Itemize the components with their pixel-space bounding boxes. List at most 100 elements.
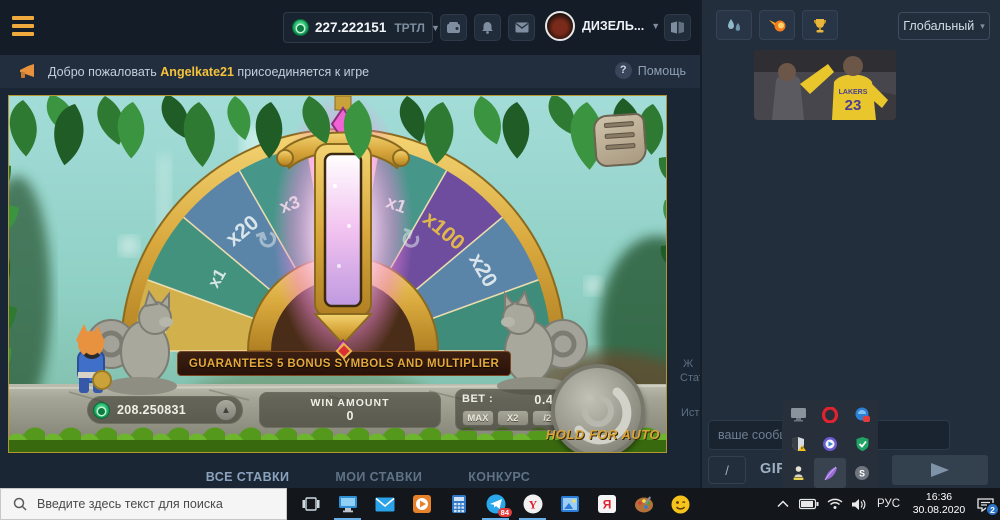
jersey-team: LAKERS <box>839 89 868 96</box>
feather-icon[interactable] <box>814 458 846 488</box>
wallet-button[interactable] <box>440 14 467 41</box>
channel-label: Глобальный <box>903 19 974 33</box>
bonus-banner: GUARANTEES 5 BONUS SYMBOLS AND MULTIPLIE… <box>177 351 511 376</box>
win-amount-panel: WIN AMOUNT 0 <box>259 392 441 428</box>
desktop: 227.222151 ТРТЛ ▼ ДИЗЕЛЬ... ▼ <box>0 0 1000 520</box>
announcement-username[interactable]: Angelkate21 <box>160 65 234 79</box>
emoji-app-button[interactable] <box>662 488 699 520</box>
game-menu-button[interactable] <box>592 112 648 168</box>
bet-x2-button[interactable]: X2 <box>497 410 529 426</box>
yandex-icon: Я <box>598 495 616 513</box>
task-view-icon <box>302 496 320 512</box>
language-indicator[interactable]: РУС <box>877 498 900 510</box>
search-input[interactable] <box>37 497 267 511</box>
fragment-label: Ж <box>683 358 693 370</box>
wifi-icon[interactable] <box>827 498 843 510</box>
fireball-button[interactable] <box>759 10 795 40</box>
browser-badge-icon[interactable] <box>846 400 878 429</box>
megaphone-icon <box>18 63 38 81</box>
skype-icon[interactable]: S <box>846 458 878 488</box>
chat-toggle-icon <box>670 21 685 34</box>
action-center-button[interactable]: 2 <box>970 488 1000 520</box>
palette-icon <box>634 495 654 513</box>
opera-icon[interactable] <box>814 400 846 429</box>
mail-app-button[interactable] <box>366 488 403 520</box>
tray-expand-icon[interactable] <box>777 500 789 508</box>
basketball-gif: LAKERS 23 <box>754 50 896 120</box>
balance-dropdown[interactable]: 227.222151 ТРТЛ ▼ <box>283 12 433 43</box>
fragment-label: Стат <box>680 372 700 384</box>
svg-text:Y: Y <box>528 498 537 512</box>
pc-app-button[interactable] <box>329 488 366 520</box>
taskbar-clock[interactable]: 16:36 30.08.2020 <box>908 491 970 517</box>
header-buttons <box>440 14 535 41</box>
messages-button[interactable] <box>508 14 535 41</box>
slash-command-button[interactable]: / <box>708 456 746 484</box>
person-desk-icon[interactable] <box>782 458 814 488</box>
chevron-down-icon: ▾ <box>980 21 985 32</box>
tab-all-bets[interactable]: ВСЕ СТАВКИ <box>206 470 290 484</box>
system-tray: РУС 16:36 30.08.2020 2 <box>777 488 1000 520</box>
send-icon <box>931 463 949 477</box>
currency-label: ТРТЛ <box>394 21 425 35</box>
speaker-icon[interactable] <box>851 498 867 511</box>
help-button[interactable]: ? Помощь <box>615 62 686 79</box>
send-message-button[interactable] <box>892 455 988 485</box>
telegram-badge: 84 <box>498 508 512 517</box>
fireball-icon <box>768 18 786 33</box>
hamburger-menu-icon[interactable] <box>12 16 34 38</box>
yandex-browser-app-button[interactable]: Y <box>514 488 551 520</box>
mail-icon <box>375 497 395 512</box>
yandex-browser-icon: Y <box>523 494 543 514</box>
taskbar-apps: 84 Y Я <box>292 488 699 520</box>
mail-icon <box>515 22 529 33</box>
antivirus-check-icon[interactable] <box>846 429 878 458</box>
chat-gif-message: LAKERS 23 <box>754 50 896 120</box>
rain-button[interactable] <box>716 10 752 40</box>
bell-icon <box>481 21 494 34</box>
game-balance-value: 208.250831 <box>117 403 186 417</box>
svg-text:Я: Я <box>602 498 611 512</box>
telegram-app-button[interactable]: 84 <box>477 488 514 520</box>
taskbar-search[interactable] <box>0 488 287 520</box>
trophy-button[interactable] <box>802 10 838 40</box>
username: ДИЗЕЛЬ... <box>582 19 644 33</box>
rain-drops-icon <box>726 18 742 32</box>
task-view-button[interactable] <box>292 488 329 520</box>
chevron-down-icon: ▼ <box>651 21 660 31</box>
balance-value: 227.222151 <box>315 20 386 35</box>
emoji-icon <box>671 495 690 514</box>
yandex-app-button[interactable]: Я <box>588 488 625 520</box>
calculator-app-button[interactable] <box>440 488 477 520</box>
bets-tabs: ВСЕ СТАВКИ МОИ СТАВКИ КОНКУРС <box>0 470 700 484</box>
clock-time: 16:36 <box>908 491 970 504</box>
clock-date: 30.08.2020 <box>908 504 970 517</box>
photos-app-button[interactable] <box>551 488 588 520</box>
player-icon[interactable] <box>814 429 846 458</box>
windows-taskbar: 84 Y Я РУС 16:36 <box>0 488 1000 520</box>
notifications-button[interactable] <box>474 14 501 41</box>
paint-app-button[interactable] <box>625 488 662 520</box>
battery-icon[interactable] <box>799 498 819 510</box>
trophy-icon <box>812 18 828 33</box>
bet-max-button[interactable]: MAX <box>462 410 494 426</box>
calculator-icon <box>452 495 466 513</box>
jersey-number: 23 <box>845 97 862 114</box>
site-header: 227.222151 ТРТЛ ▼ ДИЗЕЛЬ... ▼ <box>0 0 700 55</box>
chat-toggle-button[interactable] <box>664 14 691 41</box>
deposit-arrow-button[interactable]: ▲ <box>215 399 237 421</box>
monitor-icon[interactable] <box>782 400 814 429</box>
channel-selector[interactable]: Глобальный ▾ <box>898 12 990 40</box>
hold-for-auto-label: HOLD FOR AUTO <box>546 427 660 442</box>
game-balance: 208.250831 ▲ <box>87 396 243 424</box>
media-player-app-button[interactable] <box>403 488 440 520</box>
media-player-icon <box>413 495 431 513</box>
tab-my-bets[interactable]: МОИ СТАВКИ <box>335 470 422 484</box>
notification-badge: 2 <box>986 503 999 516</box>
svg-text:S: S <box>859 469 865 479</box>
defender-warning-icon[interactable] <box>782 429 814 458</box>
tab-contest[interactable]: КОНКУРС <box>468 470 530 484</box>
user-menu[interactable]: ДИЗЕЛЬ... ▼ <box>545 11 660 41</box>
search-icon <box>13 497 27 511</box>
win-amount-value: 0 <box>260 409 440 423</box>
